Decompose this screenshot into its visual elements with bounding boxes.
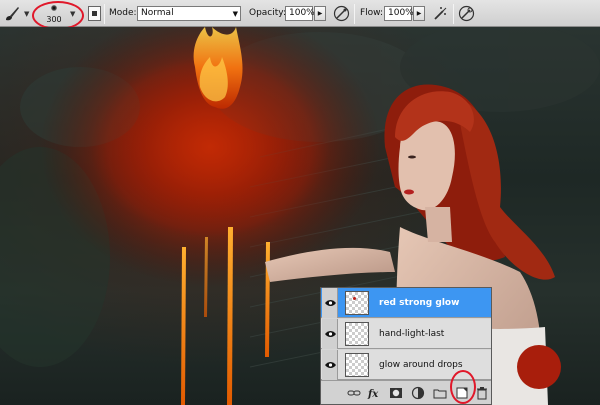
mask-icon[interactable]	[389, 386, 403, 400]
divider	[453, 4, 454, 24]
layer-row-red-strong-glow[interactable]: red strong glow	[321, 288, 491, 318]
fx-icon[interactable]: fx	[367, 386, 381, 400]
visibility-toggle[interactable]	[322, 350, 338, 380]
airbrush-icon[interactable]	[432, 5, 449, 22]
layer-thumbnail	[345, 353, 369, 377]
divider	[104, 4, 105, 24]
visibility-toggle[interactable]	[322, 288, 338, 318]
flow-input[interactable]: 100%	[384, 6, 414, 21]
layer-name: red strong glow	[379, 298, 460, 308]
tool-preset-dropdown-icon[interactable]: ▼	[24, 10, 29, 19]
mode-label: Mode:	[109, 8, 137, 18]
pressure-size-icon[interactable]	[458, 5, 475, 22]
svg-text:fx: fx	[367, 389, 379, 400]
layer-name: hand-light-last	[379, 329, 445, 339]
group-icon[interactable]	[433, 386, 447, 400]
mode-value: Normal	[141, 8, 174, 18]
brush-icon[interactable]	[4, 6, 20, 22]
drip	[227, 227, 233, 405]
flow-slider-toggle-icon[interactable]: ▶	[413, 6, 425, 21]
layer-thumbnail	[345, 322, 369, 346]
pressure-opacity-icon[interactable]	[333, 5, 350, 22]
layer-name: glow around drops	[379, 360, 463, 370]
opacity-label: Opacity:	[249, 8, 286, 18]
artwork	[0, 27, 600, 405]
layer-thumbnail	[345, 291, 369, 315]
adjustment-icon[interactable]	[411, 386, 425, 400]
options-bar: ▼ 300 ▼ Mode: Normal ▼ Opacity: 100% ▶ F…	[0, 0, 600, 30]
chevron-down-icon: ▼	[232, 10, 238, 18]
opacity-slider-toggle-icon[interactable]: ▶	[314, 6, 326, 21]
divider	[354, 4, 355, 24]
opacity-value: 100%	[289, 8, 315, 18]
brush-panel-toggle-icon[interactable]	[88, 6, 101, 21]
color-swatch-circle	[517, 345, 561, 389]
annotation-circle	[32, 1, 84, 30]
annotation-circle	[450, 370, 476, 404]
opacity-input[interactable]: 100%	[285, 6, 315, 21]
document-canvas[interactable]	[0, 27, 600, 405]
eye-icon	[325, 362, 336, 368]
mode-select[interactable]: Normal ▼	[137, 6, 241, 21]
flow-label: Flow:	[360, 8, 384, 18]
link-icon[interactable]	[347, 386, 361, 400]
flow-value: 100%	[388, 8, 414, 18]
eye-icon	[325, 331, 336, 337]
visibility-toggle[interactable]	[322, 319, 338, 349]
trash-icon[interactable]	[475, 386, 489, 400]
eye-icon	[325, 300, 336, 306]
layer-row-hand-light-last[interactable]: hand-light-last	[321, 319, 491, 349]
